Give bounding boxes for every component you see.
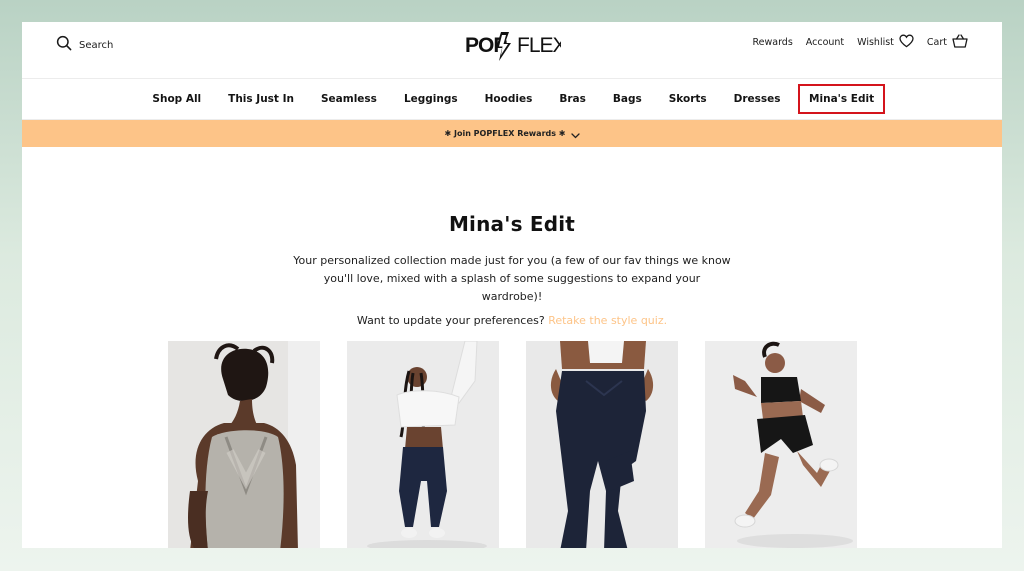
promo-text: ✱ Join POPFLEX Rewards ✱ xyxy=(444,129,566,138)
cart-label: Cart xyxy=(926,37,947,48)
intro-text: Your personalized collection made just f… xyxy=(293,254,731,303)
page-title: Mina's Edit xyxy=(448,212,576,236)
product-card[interactable] xyxy=(526,341,678,548)
account-link[interactable]: Account xyxy=(806,37,844,48)
product-image-navy-leggings xyxy=(347,341,499,548)
site-header: Search POP FLEX Rewards Account Wishlist… xyxy=(22,22,1002,79)
search-label: Search xyxy=(79,39,114,51)
main-content: Mina's Edit Your personalized collection… xyxy=(22,147,1002,327)
svg-text:FLEX: FLEX xyxy=(517,34,561,57)
main-navigation: Shop All This Just In Seamless Leggings … xyxy=(22,79,1002,120)
nav-item-seamless[interactable]: Seamless xyxy=(308,93,391,105)
utility-nav: Rewards Account Wishlist Cart xyxy=(752,34,968,51)
product-image-ribbed-tank xyxy=(168,341,320,548)
product-card[interactable] xyxy=(168,341,320,548)
search-icon xyxy=(56,35,72,55)
nav-item-this-just-in[interactable]: This Just In xyxy=(215,93,308,105)
nav-item-dresses[interactable]: Dresses xyxy=(720,93,794,105)
preferences-prompt: Want to update your preferences? xyxy=(356,314,545,327)
search-button[interactable]: Search xyxy=(56,35,113,55)
wishlist-label: Wishlist xyxy=(857,37,894,48)
nav-item-skorts[interactable]: Skorts xyxy=(655,93,720,105)
product-grid xyxy=(168,341,857,548)
retake-quiz-link[interactable]: Retake the style quiz. xyxy=(548,314,667,327)
brand-logo[interactable]: POP FLEX xyxy=(465,30,561,62)
product-card[interactable] xyxy=(347,341,499,548)
heart-icon xyxy=(899,34,914,51)
rewards-promo-bar[interactable]: ✱ Join POPFLEX Rewards ✱ xyxy=(22,120,1002,147)
nav-item-bags[interactable]: Bags xyxy=(599,93,655,105)
nav-item-bras[interactable]: Bras xyxy=(546,93,600,105)
chevron-down-icon xyxy=(570,124,580,143)
preferences-line: Want to update your preferences? Retake … xyxy=(22,314,1002,327)
nav-item-minas-edit[interactable]: Mina's Edit xyxy=(798,84,886,114)
product-image-black-skort xyxy=(705,341,857,548)
product-card[interactable] xyxy=(705,341,857,548)
rewards-link[interactable]: Rewards xyxy=(752,37,792,48)
cart-link[interactable]: Cart xyxy=(927,34,968,51)
nav-item-leggings[interactable]: Leggings xyxy=(390,93,471,105)
basket-icon xyxy=(952,34,968,51)
nav-item-hoodies[interactable]: Hoodies xyxy=(471,93,546,105)
nav-item-shop-all[interactable]: Shop All xyxy=(139,93,215,105)
product-image-flare-pants xyxy=(526,341,678,548)
wishlist-link[interactable]: Wishlist xyxy=(857,34,914,51)
browser-page: Search POP FLEX Rewards Account Wishlist… xyxy=(22,22,1002,548)
